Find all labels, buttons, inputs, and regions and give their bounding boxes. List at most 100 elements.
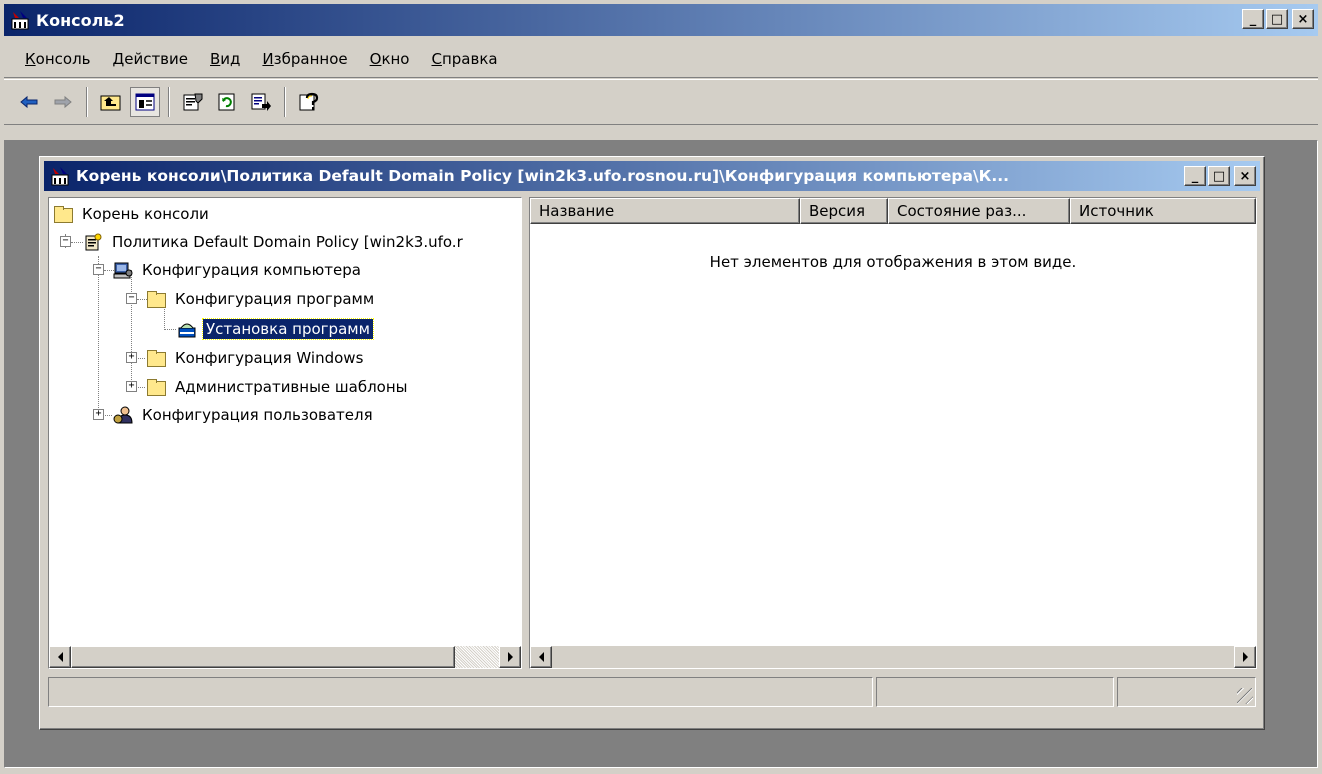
mdi-client-area: Корень консоли\Политика Default Domain P…: [4, 140, 1318, 768]
menu-console-label: онсоль: [35, 49, 91, 68]
menu-action-label: ействие: [124, 49, 188, 68]
scroll-right-button[interactable]: [1234, 646, 1256, 668]
tree-expand-toggle[interactable]: +: [126, 352, 137, 363]
tree-expand-toggle[interactable]: +: [93, 409, 104, 420]
tree-item-label: Конфигурация пользователя: [142, 406, 373, 424]
resize-grip[interactable]: [1237, 688, 1253, 704]
menu-bar: Консоль Действие Вид Избранное Окно Спра…: [4, 40, 1318, 78]
tree-line: [71, 242, 83, 243]
menu-favorites-label: збранное: [273, 49, 348, 68]
user-configuration-icon: [113, 406, 133, 424]
tree-item-default-domain-policy[interactable]: Политика Default Domain Policy [win2k3.u…: [83, 229, 466, 255]
tree-horizontal-scrollbar[interactable]: [49, 646, 521, 668]
menu-view[interactable]: Вид: [199, 46, 251, 72]
menu-favorites[interactable]: Избранное: [251, 46, 358, 72]
export-list-icon: [250, 92, 272, 112]
tree-item-software-installation[interactable]: Установка программ: [177, 316, 374, 342]
tree-collapse-toggle[interactable]: −: [126, 293, 137, 304]
left-arrow-icon: [538, 652, 544, 662]
menu-window[interactable]: Окно: [359, 46, 421, 72]
show-hide-tree-button[interactable]: [130, 87, 160, 117]
properties-button[interactable]: [178, 87, 208, 117]
app-title: Консоль2: [36, 10, 125, 30]
software-installation-icon: [177, 320, 197, 338]
up-one-level-icon: [100, 92, 122, 112]
result-pane[interactable]: Название Версия Состояние раз... Источни…: [529, 197, 1257, 669]
tree-item-label: Административные шаблоны: [175, 378, 408, 396]
scroll-thumb[interactable]: [71, 646, 455, 668]
menu-console[interactable]: Консоль: [14, 46, 102, 72]
back-arrow-icon: [19, 94, 39, 110]
tree-pane[interactable]: − − − + + + Корень консоли Политика Defa…: [48, 197, 522, 669]
tree-item-label: Конфигурация компьютера: [142, 261, 361, 279]
refresh-icon: [217, 92, 237, 112]
menu-help[interactable]: Справка: [420, 46, 508, 72]
minimize-button[interactable]: _: [1242, 9, 1264, 29]
tree-item-computer-configuration[interactable]: Конфигурация компьютера: [113, 257, 364, 283]
tree-item-user-configuration[interactable]: Конфигурация пользователя: [113, 402, 376, 428]
console-root-window: Корень консоли\Политика Default Domain P…: [39, 156, 1265, 730]
left-arrow-icon: [57, 652, 63, 662]
caption-buttons: _ □ ×: [1242, 9, 1314, 29]
folder-icon: [146, 349, 166, 367]
status-panel-secondary: [876, 677, 1114, 707]
menu-action[interactable]: Действие: [102, 46, 200, 72]
list-horizontal-scrollbar[interactable]: [530, 646, 1256, 668]
mmc-console-icon: [50, 166, 70, 186]
help-icon: [298, 92, 320, 112]
help-button[interactable]: [294, 87, 324, 117]
column-header-source[interactable]: Источник: [1070, 198, 1256, 224]
toolbar-separator: [284, 87, 286, 117]
tree-item-windows-settings[interactable]: Конфигурация Windows: [146, 345, 366, 371]
back-button[interactable]: [14, 87, 44, 117]
tree-collapse-toggle[interactable]: −: [60, 236, 71, 247]
tree-expand-toggle[interactable]: +: [126, 381, 137, 392]
show-hide-tree-icon: [135, 93, 155, 111]
status-bar: [48, 677, 1256, 707]
tree-item-software-settings[interactable]: Конфигурация программ: [146, 286, 377, 312]
menu-view-label: ид: [220, 49, 241, 68]
child-title-bar[interactable]: Корень консоли\Политика Default Domain P…: [44, 161, 1260, 191]
scroll-left-button[interactable]: [530, 646, 552, 668]
right-arrow-icon: [507, 652, 513, 662]
tree-collapse-toggle[interactable]: −: [93, 264, 104, 275]
scroll-left-button[interactable]: [49, 646, 71, 668]
forward-button[interactable]: [48, 87, 78, 117]
menu-window-accel: О: [369, 49, 382, 68]
column-header-deployment-state[interactable]: Состояние раз...: [888, 198, 1070, 224]
status-panel-grip: [1117, 677, 1256, 707]
tree-item-console-root[interactable]: Корень консоли: [53, 201, 212, 227]
tree-item-label: Корень консоли: [82, 205, 209, 223]
child-minimize-button[interactable]: _: [1184, 166, 1206, 186]
child-window-title: Корень консоли\Политика Default Domain P…: [76, 167, 1009, 185]
up-one-level-button[interactable]: [96, 87, 126, 117]
tree-item-administrative-templates[interactable]: Административные шаблоны: [146, 374, 411, 400]
child-title-path: Корень консоли\Политика Default Domain P…: [76, 167, 725, 185]
export-list-button[interactable]: [246, 87, 276, 117]
scroll-right-button[interactable]: [499, 646, 521, 668]
menu-favorites-accel: И: [262, 49, 274, 68]
refresh-button[interactable]: [212, 87, 242, 117]
child-maximize-button[interactable]: □: [1208, 166, 1230, 186]
close-button[interactable]: ×: [1292, 9, 1314, 29]
child-close-button[interactable]: ×: [1234, 166, 1256, 186]
folder-icon: [146, 378, 166, 396]
maximize-button[interactable]: □: [1266, 9, 1288, 29]
properties-icon: [182, 92, 204, 112]
main-title-bar[interactable]: Консоль2 _ □ ×: [4, 4, 1318, 36]
menu-action-accel: Д: [112, 49, 125, 68]
column-header-version[interactable]: Версия: [800, 198, 888, 224]
main-window: Консоль2 _ □ × Консоль Действие Вид Избр…: [0, 0, 1322, 774]
menu-console-accel: К: [25, 49, 36, 68]
tree-line: [131, 270, 132, 392]
menu-help-label: правка: [441, 49, 498, 68]
tree-line: [164, 329, 176, 330]
tree-item-label: Конфигурация программ: [175, 290, 375, 308]
child-title-tail: Конфигурация компьютера\К...: [724, 167, 1009, 185]
menu-help-accel: С: [431, 49, 442, 68]
toolbar-separator: [86, 87, 88, 117]
status-panel-main: [48, 677, 873, 707]
forward-arrow-icon: [53, 94, 73, 110]
column-header-name[interactable]: Название: [530, 198, 800, 224]
list-header: Название Версия Состояние раз... Источни…: [530, 198, 1256, 224]
